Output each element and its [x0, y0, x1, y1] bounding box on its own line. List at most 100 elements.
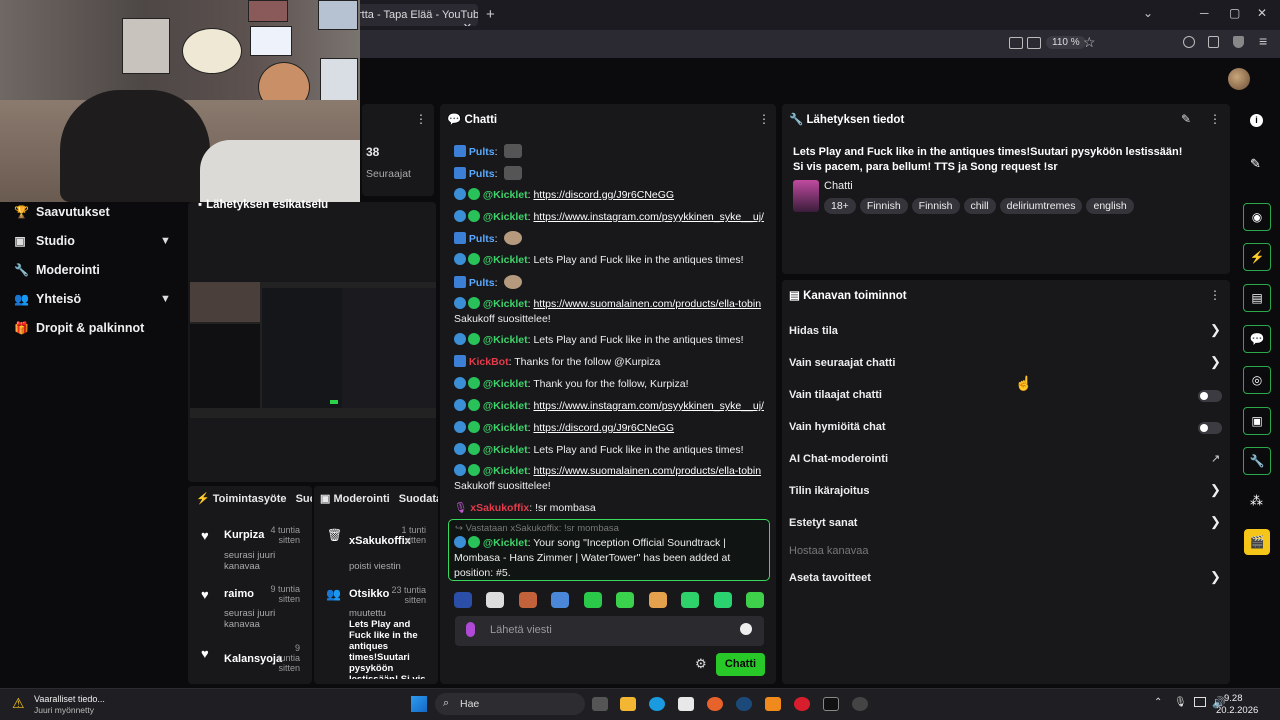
emote-icon[interactable]	[648, 592, 667, 608]
user-avatar[interactable]	[1228, 68, 1250, 90]
maximize-icon[interactable]: ▢	[1229, 6, 1240, 20]
chevron-down-icon[interactable]: ▼	[160, 235, 171, 247]
video-icon[interactable]: ▣	[1243, 407, 1271, 435]
action-subscribers-only[interactable]: Vain tilaajat chatti	[789, 389, 882, 401]
gear-icon[interactable]: ⚙	[695, 656, 707, 672]
emote-icon[interactable]	[616, 592, 635, 608]
chevron-right-icon[interactable]: ❯	[1210, 322, 1221, 338]
feed-title-name[interactable]: Otsikko	[349, 588, 389, 600]
chat-link[interactable]: https://www.suomalainen.com/products/ell…	[533, 298, 761, 310]
feed-user-name[interactable]: Kalansyoja	[224, 653, 282, 665]
clock-time[interactable]: 9.28	[1224, 693, 1243, 704]
sidebar-item-drops[interactable]: 🎁 Dropit & palkinnot	[14, 321, 144, 335]
clapper-icon[interactable]: 🎬	[1244, 529, 1270, 555]
emote-icon[interactable]	[745, 592, 764, 608]
windows-start-icon[interactable]	[411, 696, 427, 712]
action-emote-only[interactable]: Vain hymiöitä chat	[789, 421, 886, 433]
account-icon[interactable]	[1183, 36, 1195, 48]
network-icon[interactable]	[1194, 697, 1206, 707]
feed-user-name[interactable]: raimo	[224, 588, 254, 600]
category-name[interactable]: Chatti	[824, 180, 853, 192]
camera-icon[interactable]: ◉	[1243, 203, 1271, 231]
vlc-icon[interactable]	[765, 697, 781, 711]
taskbar-search[interactable]	[435, 693, 585, 715]
info-icon[interactable]: i	[1250, 114, 1263, 127]
emote-only-toggle[interactable]	[1198, 422, 1222, 434]
chat-link[interactable]: https://discord.gg/J9r6CNeGG	[533, 422, 674, 434]
close-tab-icon[interactable]: ✕	[463, 21, 472, 26]
external-link-icon[interactable]: ↗	[1211, 452, 1220, 465]
sidebar-item-studio[interactable]: ▣ Studio	[14, 234, 75, 248]
chevron-right-icon[interactable]: ❯	[1210, 514, 1221, 530]
stream-preview-video[interactable]	[190, 282, 436, 418]
close-window-icon[interactable]: ✕	[1257, 6, 1267, 20]
firefox-icon[interactable]	[707, 697, 723, 711]
file-explorer-icon[interactable]	[620, 697, 636, 711]
warning-title[interactable]: Vaaralliset tiedo...	[34, 694, 105, 704]
emote-icon[interactable]	[454, 592, 472, 608]
action-set-goals[interactable]: Aseta tavoitteet	[789, 572, 871, 584]
chat-link[interactable]: https://discord.gg/J9r6CNeGG	[533, 189, 674, 201]
emote-icon[interactable]	[583, 592, 602, 608]
more-options-icon[interactable]: ⋮	[1209, 112, 1221, 126]
sidebar-item-community[interactable]: 👥 Yhteisö	[14, 292, 81, 306]
action-slow-mode[interactable]: Hidas tila	[789, 325, 838, 337]
send-chat-button[interactable]: Chatti	[716, 653, 765, 676]
mic-icon[interactable]	[466, 622, 475, 637]
action-followers-only[interactable]: Vain seuraajat chatti	[789, 357, 895, 369]
clock-date[interactable]: 20.2.2026	[1216, 705, 1258, 716]
broadcast-icon[interactable]: ◎	[1243, 366, 1271, 394]
emote-icon[interactable]	[713, 592, 732, 608]
zoom-level[interactable]: 110 %	[1046, 36, 1086, 49]
sidebar-item-moderation[interactable]: 🔧 Moderointi	[14, 263, 100, 277]
emote-icon[interactable]	[681, 592, 700, 608]
shield-icon[interactable]	[1233, 36, 1244, 48]
chat-input-placeholder[interactable]: Lähetä viesti	[490, 624, 552, 636]
more-options-icon[interactable]: ⋮	[758, 112, 770, 126]
more-options-icon[interactable]: ⋮	[1209, 288, 1221, 302]
emote-icon[interactable]	[486, 592, 505, 608]
emote-icon[interactable]	[551, 592, 570, 608]
emote-icon[interactable]	[518, 592, 537, 608]
extensions-icon[interactable]	[1208, 36, 1219, 48]
share-icon[interactable]: ⁂	[1250, 493, 1263, 509]
chevron-right-icon[interactable]: ❯	[1210, 354, 1221, 370]
feed-user-name[interactable]: Kurpiza	[224, 529, 264, 541]
chat-link[interactable]: https://www.instagram.com/psyykkinen_syk…	[533, 400, 764, 412]
chat-link[interactable]: https://www.instagram.com/psyykkinen_syk…	[533, 211, 764, 223]
chat-bubble-icon[interactable]: 💬	[1243, 325, 1271, 353]
more-options-icon[interactable]: ⋮	[415, 112, 427, 126]
reader-icon[interactable]	[1027, 37, 1041, 49]
action-ai-moderation[interactable]: AI Chat-moderointi	[789, 453, 888, 465]
bookmark-star-icon[interactable]: ☆	[1083, 34, 1096, 51]
chevron-right-icon[interactable]: ❯	[1210, 482, 1221, 498]
chevron-right-icon[interactable]: ❯	[1210, 569, 1221, 585]
edge-icon[interactable]	[649, 697, 665, 711]
opera-icon[interactable]	[794, 697, 810, 711]
edit-pencil-icon[interactable]: ✎	[1250, 156, 1261, 172]
chevron-down-icon[interactable]: ▼	[160, 293, 171, 305]
emoji-icon[interactable]	[740, 623, 752, 635]
task-view-icon[interactable]	[592, 697, 608, 711]
bolt-icon[interactable]: ⚡	[1243, 243, 1271, 271]
action-age-restriction[interactable]: Tilin ikärajoitus	[789, 485, 870, 497]
browser-tab[interactable]: rtta - Tapa Elää - YouTube✕	[350, 4, 478, 26]
tabs-dropdown-icon[interactable]: ⌄	[1143, 6, 1153, 20]
terminal-icon[interactable]	[823, 697, 839, 711]
minimize-icon[interactable]: ─	[1200, 6, 1209, 20]
obs-icon[interactable]	[852, 697, 868, 711]
wrench-icon[interactable]: 🔧	[1243, 447, 1271, 475]
store-icon[interactable]	[678, 697, 694, 711]
picture-icon[interactable]	[1009, 37, 1023, 49]
subscribers-only-toggle[interactable]	[1198, 390, 1222, 402]
steam-icon[interactable]	[736, 697, 752, 711]
document-icon[interactable]: ▤	[1243, 284, 1271, 312]
edit-pencil-icon[interactable]: ✎	[1181, 112, 1191, 126]
menu-icon[interactable]: ≡	[1259, 33, 1267, 49]
mic-icon[interactable]: 🎙	[1174, 697, 1187, 708]
sidebar-item-achievements[interactable]: 🏆 Saavutukset	[14, 205, 110, 219]
tray-chevron-icon[interactable]: ⌃	[1154, 697, 1162, 708]
action-blocked-words[interactable]: Estetyt sanat	[789, 517, 857, 529]
new-tab-button[interactable]: +	[486, 6, 495, 23]
chat-link[interactable]: https://www.suomalainen.com/products/ell…	[533, 465, 761, 477]
